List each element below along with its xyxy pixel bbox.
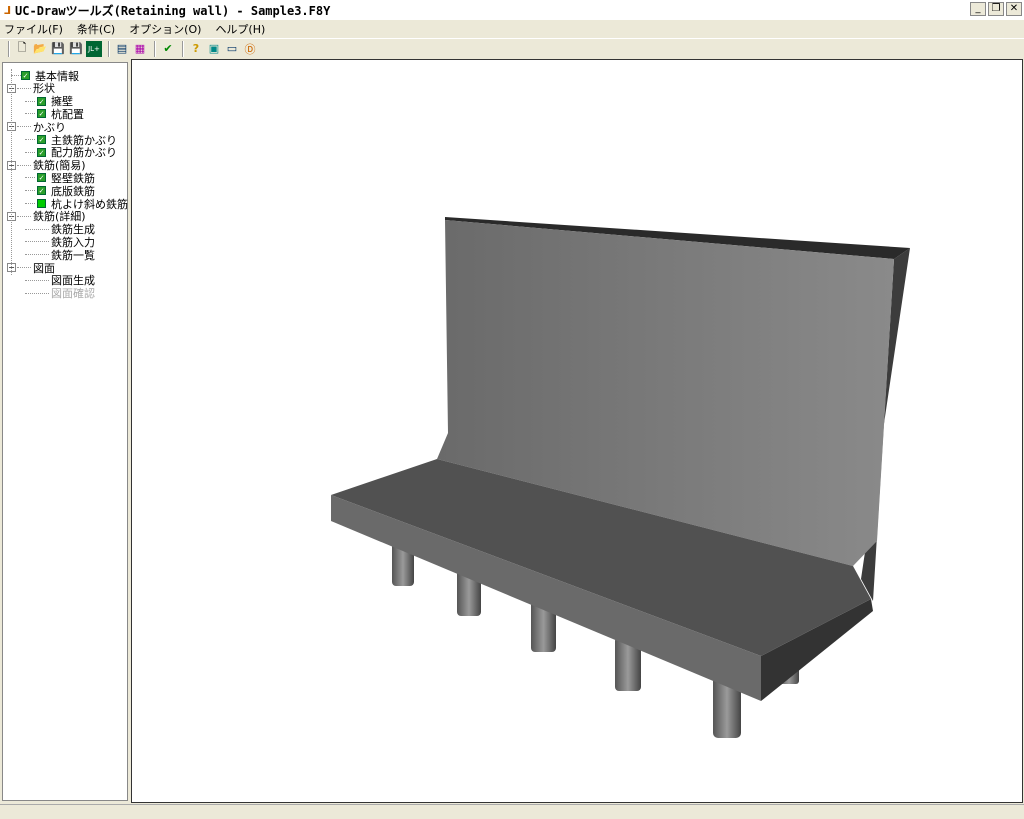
menu-options[interactable]: オプション(O)	[129, 21, 201, 37]
checkbox-icon[interactable]: ✓	[37, 186, 46, 196]
restore-button[interactable]: ❐	[988, 2, 1004, 16]
checkbox-icon[interactable]: ✓	[37, 173, 46, 183]
toolbar: 🗋 📂 💾 💾 JL+ ▤ ▦ ✔ ? ▣ ▭ Ⓓ	[0, 38, 1024, 58]
retaining-wall-model	[331, 217, 910, 738]
3d-viewport[interactable]	[131, 59, 1023, 803]
open-folder-icon[interactable]: 📂	[32, 41, 48, 57]
save-icon[interactable]: 💾	[50, 41, 66, 57]
export-icon[interactable]: JL+	[86, 40, 102, 57]
menu-bar: ファイル(F) 条件(C) オプション(O) ヘルプ(H)	[0, 20, 1024, 38]
tree-item[interactable]: 鉄筋一覧	[51, 248, 95, 262]
app-icon: ⅃	[4, 3, 12, 17]
menu-file[interactable]: ファイル(F)	[4, 21, 63, 37]
close-button[interactable]: ✕	[1006, 2, 1022, 16]
status-bar	[0, 804, 1024, 819]
view-grid-icon[interactable]: ▦	[132, 41, 148, 57]
new-file-icon[interactable]: 🗋	[14, 41, 30, 57]
card-icon[interactable]: ▭	[224, 41, 240, 57]
menu-help[interactable]: ヘルプ(H)	[215, 21, 265, 37]
menu-conditions[interactable]: 条件(C)	[77, 21, 115, 37]
help-icon[interactable]: ?	[188, 41, 204, 57]
tree-view: ✓ 基本情報 − 形状 ✓ 擁壁 ✓ 杭配置 − かぶり ✓ 主鉄筋かぶり ✓ 配力筋かぶり − 鉄筋(簡易)…	[2, 62, 128, 801]
checkbox-icon[interactable]	[37, 199, 46, 208]
title-bar: ⅃ UC-Drawツールズ(Retaining wall) - Sample3.…	[0, 0, 1024, 20]
tree-item-label: 鉄筋一覧	[51, 248, 95, 262]
checkbox-icon[interactable]: ✓	[37, 147, 46, 157]
save-as-icon[interactable]: 💾	[68, 41, 84, 57]
checkbox-icon[interactable]: ✓	[21, 71, 30, 80]
checkbox-icon[interactable]: ✓	[37, 109, 46, 119]
tree-item[interactable]: 図面確認	[51, 287, 95, 300]
checkbox-icon[interactable]: ✓	[37, 135, 46, 144]
view-list-icon[interactable]: ▤	[114, 41, 130, 57]
minimize-button[interactable]: _	[970, 2, 986, 16]
tree-item-label: 図面確認	[51, 287, 95, 301]
window-title: UC-Drawツールズ(Retaining wall) - Sample3.F8…	[15, 3, 331, 18]
about-icon[interactable]: Ⓓ	[242, 41, 258, 57]
checkbox-icon[interactable]: ✓	[37, 96, 46, 106]
panel-icon[interactable]: ▣	[206, 41, 222, 57]
check-icon[interactable]: ✔	[160, 41, 176, 57]
